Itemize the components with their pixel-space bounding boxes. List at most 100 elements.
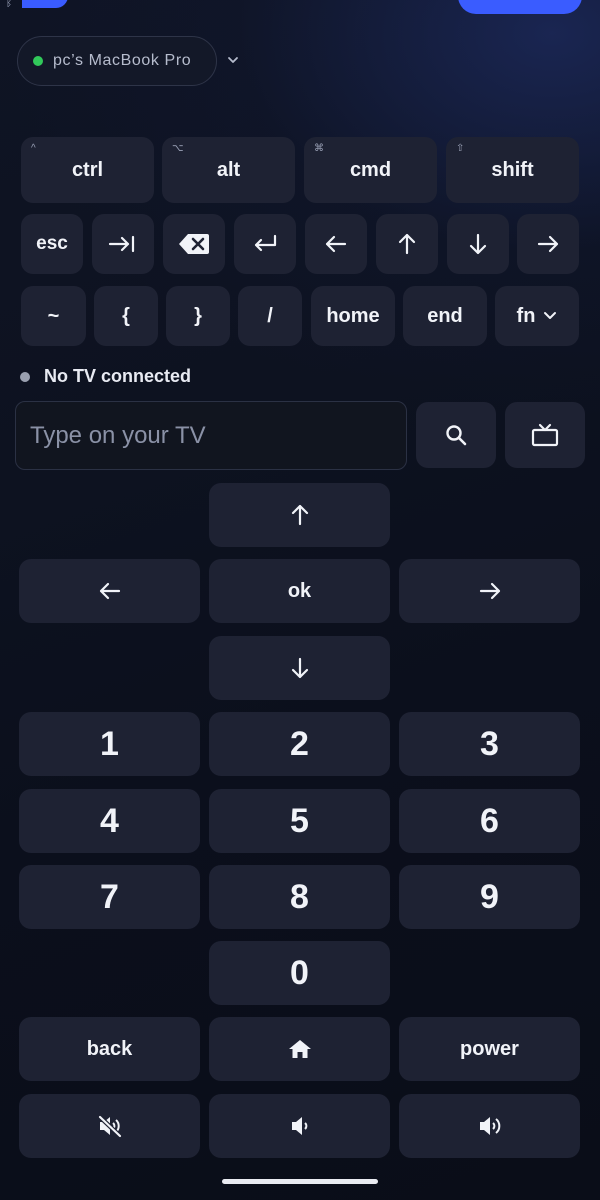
back-button[interactable]: back [19,1017,200,1081]
arrow-left-key[interactable] [305,214,367,274]
arrow-down-icon [291,657,308,679]
tab-icon [108,235,135,253]
tv-text-input[interactable] [15,401,407,470]
cmd-label: cmd [349,158,392,181]
bluetooth-icon: ᛒ [6,0,12,9]
numpad-label: 0 [290,953,309,992]
arrow-right-key[interactable] [517,214,579,274]
home-icon [288,1040,311,1058]
numpad-label: 6 [480,801,499,840]
left-brace-label: { [122,304,130,327]
ok-label: ok [287,579,312,602]
right-brace-key[interactable]: } [166,286,230,346]
volume-down-button[interactable] [209,1094,390,1158]
home-label: home [326,304,380,327]
slash-label: / [267,304,273,327]
numpad-4[interactable]: 4 [19,789,200,853]
tv-status-text: No TV connected [44,366,192,386]
cmd-key[interactable]: ⌘ cmd [304,137,437,203]
alt-label: alt [216,158,241,181]
tv-status: No TV connected [20,366,191,387]
end-label: end [427,304,463,327]
numpad-2[interactable]: 2 [209,712,390,776]
dpad-left-button[interactable] [19,559,200,623]
top-left-tab[interactable]: ᛒ [6,0,68,9]
numpad-7[interactable]: 7 [19,865,200,929]
arrow-down-icon [469,233,487,255]
arrow-up-icon [398,233,416,255]
tilde-key[interactable]: ~ [21,286,86,346]
numpad-1[interactable]: 1 [19,712,200,776]
alt-symbol: ⌥ [172,143,184,154]
esc-key[interactable]: esc [21,214,83,274]
mute-button[interactable] [19,1094,200,1158]
device-selector[interactable]: pc’s MacBook Pro [17,36,217,86]
numpad-label: 7 [100,877,119,916]
device-name: pc’s MacBook Pro [53,52,192,69]
home-key[interactable]: home [311,286,395,346]
numpad-label: 4 [100,801,119,840]
shift-key[interactable]: ⇧ shift [446,137,579,203]
volume-down-icon [291,1117,307,1135]
chevron-down-icon[interactable] [226,53,240,67]
arrow-left-icon [325,235,347,253]
slash-key[interactable]: / [238,286,302,346]
numpad-3[interactable]: 3 [399,712,580,776]
home-indicator[interactable] [222,1179,378,1184]
ctrl-symbol: ^ [31,143,36,154]
backspace-key[interactable] [163,214,225,274]
dpad-right-button[interactable] [399,559,580,623]
tv-select-button[interactable] [505,402,585,468]
fn-key[interactable]: fn [495,286,579,346]
fn-label: fn [516,304,536,327]
enter-key[interactable] [234,214,296,274]
cmd-symbol: ⌘ [314,143,324,154]
numpad-label: 9 [480,877,499,916]
numpad-label: 5 [290,801,309,840]
numpad-5[interactable]: 5 [209,789,390,853]
dpad-down-button[interactable] [209,636,390,700]
tab-key[interactable] [92,214,154,274]
numpad-0[interactable]: 0 [209,941,390,1005]
right-brace-label: } [194,304,202,327]
shift-label: shift [491,158,534,181]
power-label: power [460,1037,519,1060]
power-button[interactable]: power [399,1017,580,1081]
mute-icon [97,1114,122,1138]
arrow-right-icon [537,235,559,253]
ctrl-key[interactable]: ^ ctrl [21,137,154,203]
backspace-icon [179,234,209,254]
arrow-down-key[interactable] [447,214,509,274]
device-status-dot [33,56,43,66]
numpad-label: 3 [480,724,499,763]
arrow-left-icon [99,582,120,600]
ctrl-label: ctrl [71,158,104,181]
home-button[interactable] [209,1017,390,1081]
shift-symbol: ⇧ [456,143,465,154]
back-label: back [86,1037,133,1060]
numpad-label: 1 [100,724,119,763]
dpad-ok-button[interactable]: ok [209,559,390,623]
numpad-6[interactable]: 6 [399,789,580,853]
top-right-button[interactable] [458,0,582,14]
esc-label: esc [36,233,68,254]
numpad-label: 2 [290,724,309,763]
arrow-up-key[interactable] [376,214,438,274]
chevron-down-icon [544,312,557,319]
numpad-9[interactable]: 9 [399,865,580,929]
search-icon [446,425,467,446]
numpad-8[interactable]: 8 [209,865,390,929]
dpad-up-button[interactable] [209,483,390,547]
tilde-label: ~ [47,304,60,327]
volume-up-button[interactable] [399,1094,580,1158]
left-brace-key[interactable]: { [94,286,158,346]
tv-icon [531,423,559,447]
alt-key[interactable]: ⌥ alt [162,137,295,203]
arrow-right-icon [479,582,500,600]
enter-icon [254,234,277,252]
arrow-up-icon [291,504,308,526]
tv-status-dot [20,371,30,382]
volume-up-icon [479,1117,500,1135]
end-key[interactable]: end [403,286,487,346]
search-button[interactable] [416,402,496,468]
